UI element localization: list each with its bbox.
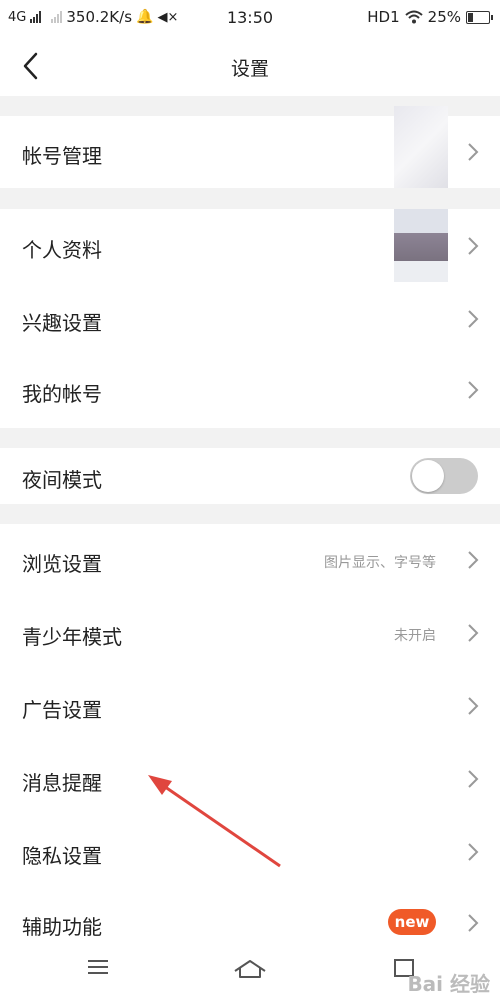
home-icon[interactable]: [232, 957, 268, 981]
watermark: Bai 经验: [407, 972, 490, 996]
menu-icon[interactable]: [86, 957, 110, 977]
annotation-arrow: [148, 775, 281, 868]
